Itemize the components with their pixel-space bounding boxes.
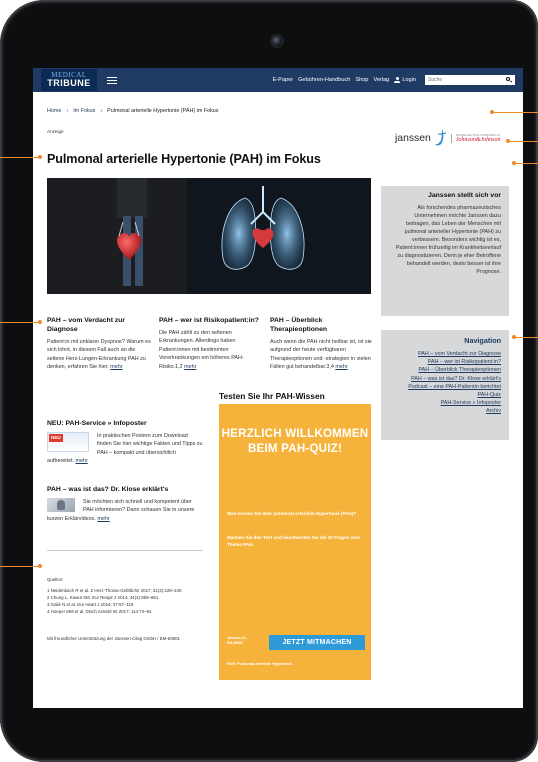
callout-line: [0, 322, 40, 323]
callout-dot: [506, 139, 510, 143]
callout-dot: [38, 564, 42, 568]
callout-line: [514, 337, 538, 338]
callout-line: [508, 141, 538, 142]
callout-line: [0, 157, 40, 158]
tablet-bezel-edge: [0, 0, 538, 762]
callout-dot: [512, 335, 516, 339]
callout-line: [0, 566, 40, 567]
callout-line: [514, 163, 538, 164]
callout-dot: [512, 161, 516, 165]
tablet-frame: MEDICAL TRIBUNE E-Paper Gebühren-Handbuc…: [0, 0, 538, 762]
callout-line: [492, 112, 538, 113]
callout-dot: [38, 320, 42, 324]
callout-dot: [490, 110, 494, 114]
callout-dot: [38, 155, 42, 159]
